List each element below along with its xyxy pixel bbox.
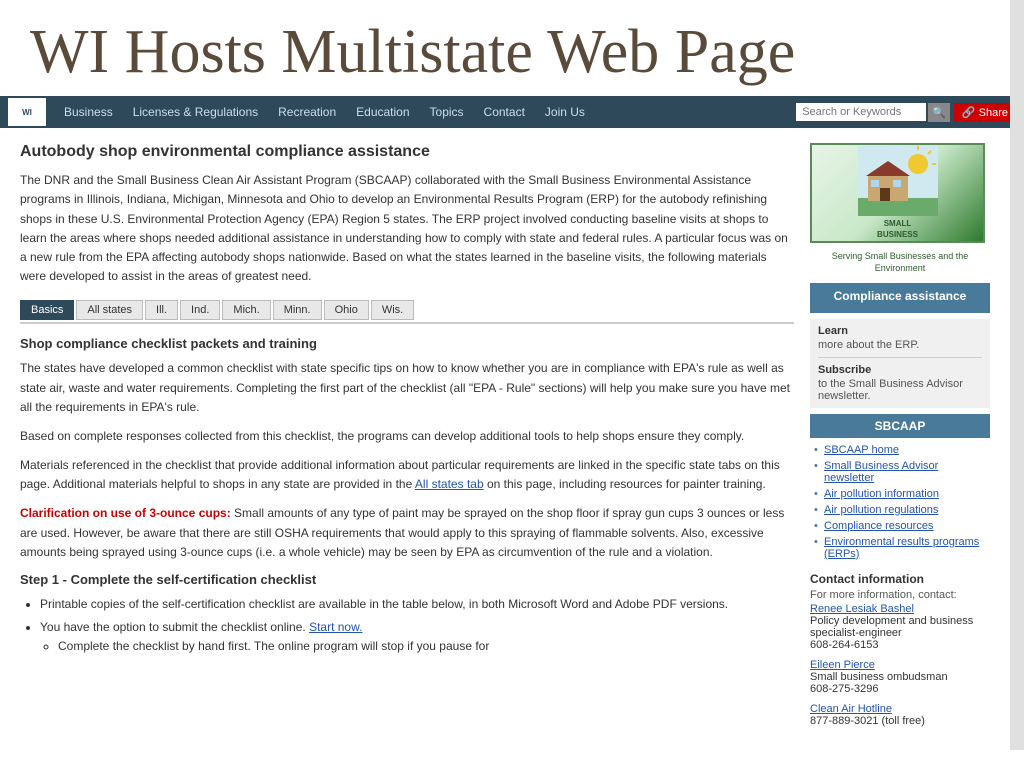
contact-1-name[interactable]: Eileen Pierce: [810, 659, 875, 671]
contact-2: Clean Air Hotline 877-889-3021 (toll fre…: [810, 703, 990, 727]
sbcaap-air-info-link[interactable]: Air pollution information: [824, 488, 939, 500]
content-area: Autobody shop environmental compliance a…: [20, 143, 794, 734]
tab-ohio[interactable]: Ohio: [324, 300, 369, 320]
content-heading: Autobody shop environmental compliance a…: [20, 143, 794, 161]
nav-business[interactable]: Business: [54, 96, 123, 128]
learn-group: Learn more about the ERP. Subscribe to t…: [810, 319, 990, 408]
subscribe-sub: to the Small Business Advisor newsletter…: [818, 378, 982, 402]
sbcaap-erp-link[interactable]: Environmental results programs (ERPs): [824, 536, 979, 560]
learn-sub: more about the ERP.: [818, 339, 982, 351]
sbcaap-compliance-link[interactable]: Compliance resources: [824, 520, 933, 532]
sidebar: SMALL BUSINESS Serving Small Businesses …: [810, 143, 990, 734]
search-button[interactable]: 🔍: [928, 103, 950, 122]
tab-wisconsin[interactable]: Wis.: [371, 300, 414, 320]
sbcaap-link-1: Small Business Advisor newsletter: [814, 458, 986, 486]
contact-0-role: Policy development and business speciali…: [810, 615, 990, 639]
sbcaap-link-0: SBCAAP home: [814, 442, 986, 458]
tabs-container: Basics All states Ill. Ind. Mich. Minn. …: [20, 300, 794, 324]
bullet-item-1: Printable copies of the self-certificati…: [40, 595, 794, 614]
contact-1-role: Small business ombudsman: [810, 671, 990, 683]
sbcaap-links: SBCAAP home Small Business Advisor newsl…: [810, 442, 990, 562]
sidebar-logo: SMALL BUSINESS: [810, 143, 985, 243]
tab-minnesota[interactable]: Minn.: [273, 300, 322, 320]
main-layout: Autobody shop environmental compliance a…: [0, 128, 1010, 749]
sbcaap-home-link[interactable]: SBCAAP home: [824, 444, 899, 456]
bullet-item-2: You have the option to submit the checkl…: [40, 618, 794, 656]
sbcaap-link-3: Air pollution regulations: [814, 502, 986, 518]
warning-paragraph: Clarification on use of 3-ounce cups: Sm…: [20, 504, 794, 562]
contact-1: Eileen Pierce Small business ombudsman 6…: [810, 659, 990, 695]
share-button[interactable]: 🔗 Share: [954, 103, 1016, 122]
tab-michigan[interactable]: Mich.: [222, 300, 270, 320]
site-logo: WI: [8, 98, 46, 126]
contact-2-phone: 877-889-3021 (toll free): [810, 715, 990, 727]
intro-text: The DNR and the Small Business Clean Air…: [20, 171, 794, 286]
nav-contact[interactable]: Contact: [474, 96, 535, 128]
nav-topics[interactable]: Topics: [420, 96, 474, 128]
section1-title: Shop compliance checklist packets and tr…: [20, 336, 794, 351]
contact-section: Contact information For more information…: [810, 572, 990, 727]
search-input[interactable]: [796, 103, 926, 121]
search-area: 🔍 🔗 Share: [796, 103, 1016, 122]
section1-text1: The states have developed a common check…: [20, 359, 794, 417]
logo-tagline: SMALL BUSINESS: [858, 219, 938, 240]
start-now-link[interactable]: Start now.: [309, 620, 362, 634]
sbcaap-air-regs-link[interactable]: Air pollution regulations: [824, 504, 938, 516]
nav-recreation[interactable]: Recreation: [268, 96, 346, 128]
contact-title: Contact information: [810, 572, 990, 586]
sbcaap-logo-svg: [858, 146, 938, 216]
scrollbar[interactable]: [1010, 0, 1024, 750]
sbcaap-section-title: SBCAAP: [810, 414, 990, 438]
contact-2-name[interactable]: Clean Air Hotline: [810, 703, 892, 715]
navbar: WI Business Licenses & Regulations Recre…: [0, 96, 1024, 128]
section2-title: Step 1 - Complete the self-certification…: [20, 572, 794, 587]
compliance-box: Compliance assistance: [810, 283, 990, 313]
sbcaap-newsletter-link[interactable]: Small Business Advisor newsletter: [824, 460, 938, 484]
logo-tagline-full: Serving Small Businesses and the Environ…: [810, 251, 990, 274]
contact-1-phone: 608-275-3296: [810, 683, 990, 695]
sbcaap-link-5: Environmental results programs (ERPs): [814, 534, 986, 562]
tab-all-states[interactable]: All states: [76, 300, 143, 320]
nav-links: Business Licenses & Regulations Recreati…: [54, 96, 796, 128]
contact-sub: For more information, contact:: [810, 589, 990, 601]
nav-join-us[interactable]: Join Us: [535, 96, 595, 128]
compliance-title: Compliance assistance: [818, 289, 982, 303]
sub-bullet-list: Complete the checklist by hand first. Th…: [58, 637, 794, 656]
contact-0: Renee Lesiak Bashel Policy development a…: [810, 603, 990, 651]
contact-0-phone: 608-264-6153: [810, 639, 990, 651]
warning-label: Clarification on use of 3-ounce cups:: [20, 506, 231, 520]
tab-indiana[interactable]: Ind.: [180, 300, 220, 320]
section2-bullet-list: Printable copies of the self-certificati…: [40, 595, 794, 657]
tab-illinois[interactable]: Ill.: [145, 300, 178, 320]
page-title-section: WI Hosts Multistate Web Page: [0, 0, 1024, 96]
learn-label: Learn: [818, 325, 982, 337]
section1-text3: Materials referenced in the checklist th…: [20, 456, 794, 494]
nav-education[interactable]: Education: [346, 96, 419, 128]
contact-0-name[interactable]: Renee Lesiak Bashel: [810, 603, 914, 615]
all-states-tab-link[interactable]: All states tab: [415, 477, 484, 491]
section1-text2: Based on complete responses collected fr…: [20, 427, 794, 446]
sub-bullet-item-1: Complete the checklist by hand first. Th…: [58, 637, 794, 656]
sbcaap-link-2: Air pollution information: [814, 486, 986, 502]
nav-licenses[interactable]: Licenses & Regulations: [123, 96, 268, 128]
subscribe-label: Subscribe: [818, 364, 982, 376]
sbcaap-link-4: Compliance resources: [814, 518, 986, 534]
page-title: WI Hosts Multistate Web Page: [30, 18, 994, 86]
tab-basics[interactable]: Basics: [20, 300, 74, 320]
